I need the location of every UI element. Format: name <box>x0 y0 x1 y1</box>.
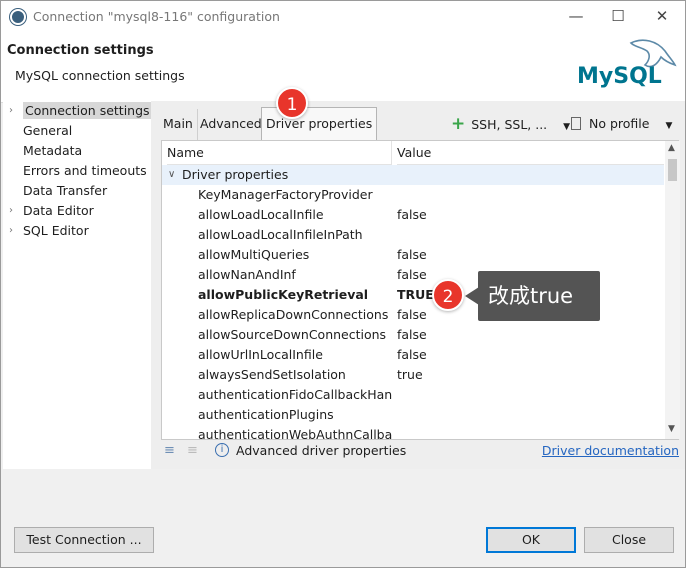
config-dialog: Connection "mysql8-116" configuration — … <box>0 0 686 568</box>
table-row[interactable]: allowUrlInLocalInfile false <box>162 345 664 365</box>
advanced-driver-properties-label: Advanced driver properties <box>236 443 407 458</box>
property-name: authenticationWebAuthnCallbackHandler <box>198 427 392 439</box>
nav-item-metadata[interactable]: Metadata <box>3 141 149 161</box>
property-value[interactable]: false <box>397 305 427 325</box>
header-title: Connection settings <box>7 43 154 58</box>
dbeaver-app-icon <box>10 9 26 25</box>
group-row-driver-properties[interactable]: ∨ Driver properties <box>162 165 664 185</box>
table-row[interactable]: allowMultiQueries false <box>162 245 664 265</box>
title-bar: Connection "mysql8-116" configuration — … <box>1 1 685 33</box>
nav-item-data-transfer[interactable]: Data Transfer <box>3 181 149 201</box>
dropdown-arrow-icon: ▼ <box>665 121 673 131</box>
group-label: Driver properties <box>182 167 289 182</box>
property-name: allowMultiQueries <box>198 247 310 262</box>
table-row[interactable]: allowSourceDownConnections false <box>162 325 664 345</box>
property-name: allowNanAndInf <box>198 267 296 282</box>
nav-item-label: SQL Editor <box>23 223 89 238</box>
scroll-up-icon[interactable]: ▲ <box>668 143 675 153</box>
chevron-right-icon[interactable]: › <box>9 201 13 221</box>
property-value[interactable]: false <box>397 265 427 285</box>
table-row[interactable]: allowLoadLocalInfileInPath <box>162 225 664 245</box>
nav-item-label: Data Transfer <box>23 183 108 198</box>
dropdown-arrow-icon: ▼ <box>563 122 571 132</box>
vertical-scrollbar[interactable]: ▲ ▼ <box>665 141 680 439</box>
close-window-button[interactable]: ✕ <box>647 5 677 29</box>
test-connection-button[interactable]: Test Connection ... <box>14 527 154 553</box>
chevron-down-icon[interactable]: ∨ <box>168 165 175 185</box>
ok-button[interactable]: OK <box>486 527 576 553</box>
nav-item-label: Connection settings <box>23 102 152 119</box>
nav-item-sql-editor[interactable]: › SQL Editor <box>3 221 149 241</box>
callout-pointer <box>465 287 479 305</box>
property-value[interactable]: TRUE <box>397 285 434 305</box>
table-row[interactable]: authenticationFidoCallbackHandler <box>162 385 664 405</box>
chevron-right-icon[interactable]: › <box>9 101 13 121</box>
table-row[interactable]: authenticationWebAuthnCallbackHandler <box>162 425 664 439</box>
callout-change-to-true: 改成true <box>478 271 600 321</box>
column-header-name[interactable]: Name <box>167 141 391 165</box>
document-icon <box>571 117 581 130</box>
property-value[interactable]: false <box>397 205 427 225</box>
chevron-right-icon[interactable]: › <box>9 221 13 241</box>
header-subtitle: MySQL connection settings <box>15 68 185 83</box>
driver-documentation-link[interactable]: Driver documentation <box>542 443 679 458</box>
property-name: allowReplicaDownConnections <box>198 307 389 322</box>
profile-label: No profile <box>588 116 650 131</box>
tab-advanced[interactable]: Advanced <box>196 109 267 140</box>
property-value[interactable]: false <box>397 345 427 365</box>
minimize-button[interactable]: — <box>561 5 591 29</box>
close-button[interactable]: Close <box>584 527 674 553</box>
settings-nav: › Connection settings General Metadata E… <box>3 101 152 469</box>
nav-item-label: Metadata <box>23 143 83 158</box>
nav-item-label: Data Editor <box>23 203 94 218</box>
table-row[interactable]: authenticationPlugins <box>162 405 664 425</box>
column-header-value[interactable]: Value <box>397 141 664 165</box>
property-value[interactable]: false <box>397 325 427 345</box>
remove-property-icon[interactable]: ≡ <box>187 443 198 458</box>
property-value[interactable]: true <box>397 365 423 385</box>
window-title: Connection "mysql8-116" configuration <box>33 9 280 24</box>
nav-item-label: Errors and timeouts <box>23 163 147 178</box>
dialog-header: Connection settings MySQL connection set… <box>1 33 685 103</box>
property-name: KeyManagerFactoryProvider <box>198 187 373 202</box>
property-name: allowLoadLocalInfile <box>198 207 324 222</box>
property-name: allowSourceDownConnections <box>198 327 387 342</box>
step-badge-2: 2 <box>432 279 464 311</box>
property-name: authenticationPlugins <box>198 407 334 422</box>
nav-item-data-editor[interactable]: › Data Editor <box>3 201 149 221</box>
tab-main[interactable]: Main <box>159 109 198 140</box>
nav-item-general[interactable]: General <box>3 121 149 141</box>
driver-properties-table: Name Value ∨ Driver properties KeyManage… <box>161 140 680 440</box>
property-name: allowPublicKeyRetrieval <box>198 287 369 302</box>
table-footer: ≡ ≡ i Advanced driver properties Driver … <box>161 440 679 464</box>
table-row[interactable]: KeyManagerFactoryProvider <box>162 185 664 205</box>
table-row[interactable]: alwaysSendSetIsolation true <box>162 365 664 385</box>
add-property-icon[interactable]: ≡ <box>164 443 175 458</box>
property-name: alwaysSendSetIsolation <box>198 367 346 382</box>
column-divider[interactable] <box>391 141 392 165</box>
scrollbar-thumb[interactable] <box>668 159 677 181</box>
info-icon: i <box>215 443 229 457</box>
property-name: allowLoadLocalInfileInPath <box>198 227 363 242</box>
step-badge-1: 1 <box>276 87 308 119</box>
profile-dropdown[interactable]: No profile ▼ <box>571 114 672 134</box>
mysql-logo-text: MySQL <box>577 64 662 89</box>
mysql-logo: MySQL <box>577 39 677 89</box>
ssh-ssl-label: SSH, SSL, ... <box>471 117 548 132</box>
property-name: allowUrlInLocalInfile <box>198 347 323 362</box>
maximize-button[interactable]: ☐ <box>603 5 633 29</box>
scroll-down-icon[interactable]: ▼ <box>668 424 675 434</box>
nav-item-errors-timeouts[interactable]: Errors and timeouts <box>3 161 149 181</box>
property-value[interactable]: false <box>397 245 427 265</box>
main-panel: Main Advanced Driver properties + SSH, S… <box>151 101 685 469</box>
nav-item-connection-settings[interactable]: › Connection settings <box>3 101 152 121</box>
ssh-ssl-dropdown[interactable]: + SSH, SSL, ... ▼ <box>451 114 570 134</box>
nav-item-label: General <box>23 123 73 138</box>
plus-icon: + <box>451 114 466 134</box>
property-name: authenticationFidoCallbackHandler <box>198 387 392 402</box>
table-row[interactable]: allowLoadLocalInfile false <box>162 205 664 225</box>
